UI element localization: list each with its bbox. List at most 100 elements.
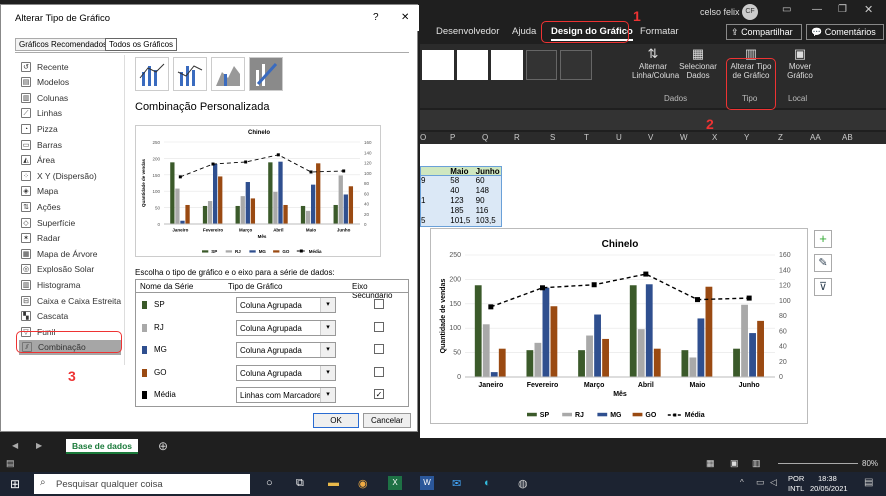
formula-bar[interactable] (420, 110, 886, 130)
page-break-icon[interactable]: ▥ (752, 458, 761, 469)
table-cell[interactable]: 60 (476, 176, 501, 186)
col-header[interactable]: S (550, 133, 555, 142)
tab-ajuda[interactable]: Ajuda (512, 26, 536, 37)
share-button[interactable]: ⇪ Compartilhar (726, 24, 802, 40)
chart-type-item[interactable]: ▚ Cascata (21, 309, 68, 324)
task-view-icon[interactable]: ○ (266, 477, 273, 489)
table-cell[interactable]: 101,5 (450, 216, 475, 226)
col-header[interactable]: R (514, 133, 520, 142)
combo-subtype-2-icon[interactable] (173, 57, 207, 91)
minimize-icon[interactable]: — (812, 4, 822, 15)
tab-scroll-left-icon[interactable]: ◀ (12, 441, 18, 450)
chart-type-item[interactable]: ⇅ Ações (21, 199, 61, 214)
cancel-button[interactable]: Cancelar (363, 413, 411, 428)
chart-type-item[interactable]: ◎ Explosão Solar (21, 262, 94, 277)
chart-type-item[interactable]: ▥ Histograma (21, 277, 80, 292)
zoom-slider[interactable] (778, 463, 858, 464)
table-cell[interactable] (421, 186, 450, 196)
col-header[interactable]: W (680, 133, 688, 142)
chart-type-item[interactable]: ✶ Radar (21, 231, 60, 246)
secondary-axis-checkbox[interactable] (374, 299, 384, 309)
sheet-tab-base-de-dados[interactable]: Base de dados (66, 439, 138, 454)
comments-button[interactable]: 💬 Comentários (806, 24, 884, 40)
notifications-icon[interactable]: ▤ (864, 477, 873, 488)
secondary-axis-checkbox[interactable] (374, 344, 384, 354)
table-header[interactable]: Junho (476, 167, 501, 176)
switch-row-col-button[interactable]: ⇅ Alternar Linha/Coluna (632, 46, 679, 90)
col-header[interactable]: AA (810, 133, 821, 142)
combo-subtype-1-icon[interactable] (135, 57, 169, 91)
tab-formatar[interactable]: Formatar (640, 26, 679, 37)
chart-type-item[interactable]: ↺ Recente (21, 59, 69, 74)
word-taskbar-icon[interactable]: W (420, 476, 434, 490)
chart-type-item[interactable]: ◔ Pizza (21, 121, 58, 136)
chart-style-thumb[interactable] (456, 50, 489, 80)
clock-date[interactable]: 20/05/2021 (810, 484, 848, 493)
network-icon[interactable]: ▭ (756, 477, 765, 488)
table-cell[interactable] (421, 206, 450, 216)
table-cell[interactable]: 123 (450, 196, 475, 206)
series-chart-type-select[interactable]: Coluna Agrupada ▾ (236, 297, 336, 313)
clock-time[interactable]: 18:38 (818, 474, 837, 483)
ribbon-display-icon[interactable]: ▭ (782, 4, 791, 15)
table-cell[interactable]: 148 (476, 186, 501, 196)
app-icon[interactable]: ◍ (518, 477, 528, 490)
restore-icon[interactable]: ❐ (838, 4, 847, 15)
ok-button[interactable]: OK (313, 413, 359, 428)
table-cell[interactable]: 90 (476, 196, 501, 206)
chart-type-item[interactable]: ◇ Superfície (21, 215, 75, 230)
chart-type-item[interactable]: ▦ Mapa de Árvore (21, 246, 97, 261)
series-chart-type-select[interactable]: Linhas com Marcadores ▾ (236, 387, 336, 403)
table-cell[interactable]: 9 (421, 176, 450, 186)
table-cell[interactable]: 116 (476, 206, 501, 216)
macro-record-icon[interactable]: ▤ (6, 458, 15, 469)
avatar[interactable]: CF (742, 4, 758, 20)
chart-style-thumb[interactable] (560, 50, 592, 80)
normal-view-icon[interactable]: ▦ (706, 458, 715, 469)
chart-style-thumb[interactable] (525, 50, 558, 80)
col-header[interactable]: Z (778, 133, 783, 142)
secondary-axis-checkbox[interactable] (374, 321, 384, 332)
chart-style-thumb[interactable] (422, 50, 454, 80)
chart-elements-plus-icon[interactable]: + (814, 230, 832, 248)
table-cell[interactable]: 1 (421, 196, 450, 206)
col-header[interactable]: X (712, 133, 717, 142)
help-button[interactable]: ? (373, 12, 379, 23)
select-data-button[interactable]: ▦ Selecionar Dados (678, 46, 718, 90)
file-explorer-icon[interactable]: ▬ (328, 477, 339, 489)
secondary-axis-checkbox[interactable] (374, 366, 384, 377)
chrome-icon[interactable]: ◉ (358, 477, 368, 490)
excel-taskbar-icon[interactable]: X (388, 476, 402, 490)
mail-icon[interactable]: ✉ (452, 477, 461, 490)
chart-type-item[interactable]: ⁘ X Y (Dispersão) (21, 168, 97, 183)
col-header[interactable]: Y (744, 133, 749, 142)
secondary-axis-checkbox[interactable]: ✓ (374, 389, 384, 399)
task-view-icon-2[interactable]: ⧉ (296, 477, 304, 490)
col-header[interactable]: AB (842, 133, 853, 142)
windows-start-icon[interactable]: ⊞ (10, 477, 20, 491)
dialog-close-button[interactable]: ✕ (401, 12, 409, 23)
chart-type-item[interactable]: ▭ Barras (21, 137, 62, 152)
series-chart-type-select[interactable]: Coluna Agrupada ▾ (236, 319, 336, 336)
chart-styles-gallery[interactable] (422, 50, 592, 82)
volume-icon[interactable]: ◁ (770, 477, 777, 488)
table-header[interactable]: Maio (450, 167, 475, 176)
table-cell[interactable]: 58 (450, 176, 475, 186)
col-header[interactable]: P (450, 133, 455, 142)
col-header[interactable]: Q (482, 133, 488, 142)
chart-type-item[interactable]: ◈ Mapa (21, 184, 58, 199)
language-indicator[interactable]: POR (788, 474, 804, 483)
add-sheet-icon[interactable]: ⊕ (158, 439, 168, 453)
tab-scroll-right-icon[interactable]: ▶ (36, 441, 42, 450)
table-cell[interactable]: 5 (421, 216, 450, 226)
table-cell[interactable]: 103,5 (476, 216, 501, 226)
col-header[interactable]: U (616, 133, 622, 142)
table-cell[interactable]: 185 (450, 206, 475, 216)
tab-all-charts[interactable]: Todos os Gráficos (105, 38, 178, 51)
taskbar-search-input[interactable]: ⌕ Pesquisar qualquer coisa (34, 474, 250, 494)
main-chart[interactable]: Chinelo 0 50 100 150 200 250 0 20 40 60 80 100 120 140… (430, 228, 808, 424)
col-header[interactable]: V (648, 133, 653, 142)
custom-combination-icon[interactable] (249, 57, 283, 91)
col-header[interactable]: O (420, 133, 426, 142)
chart-type-item[interactable]: ▤ Modelos (21, 75, 69, 90)
